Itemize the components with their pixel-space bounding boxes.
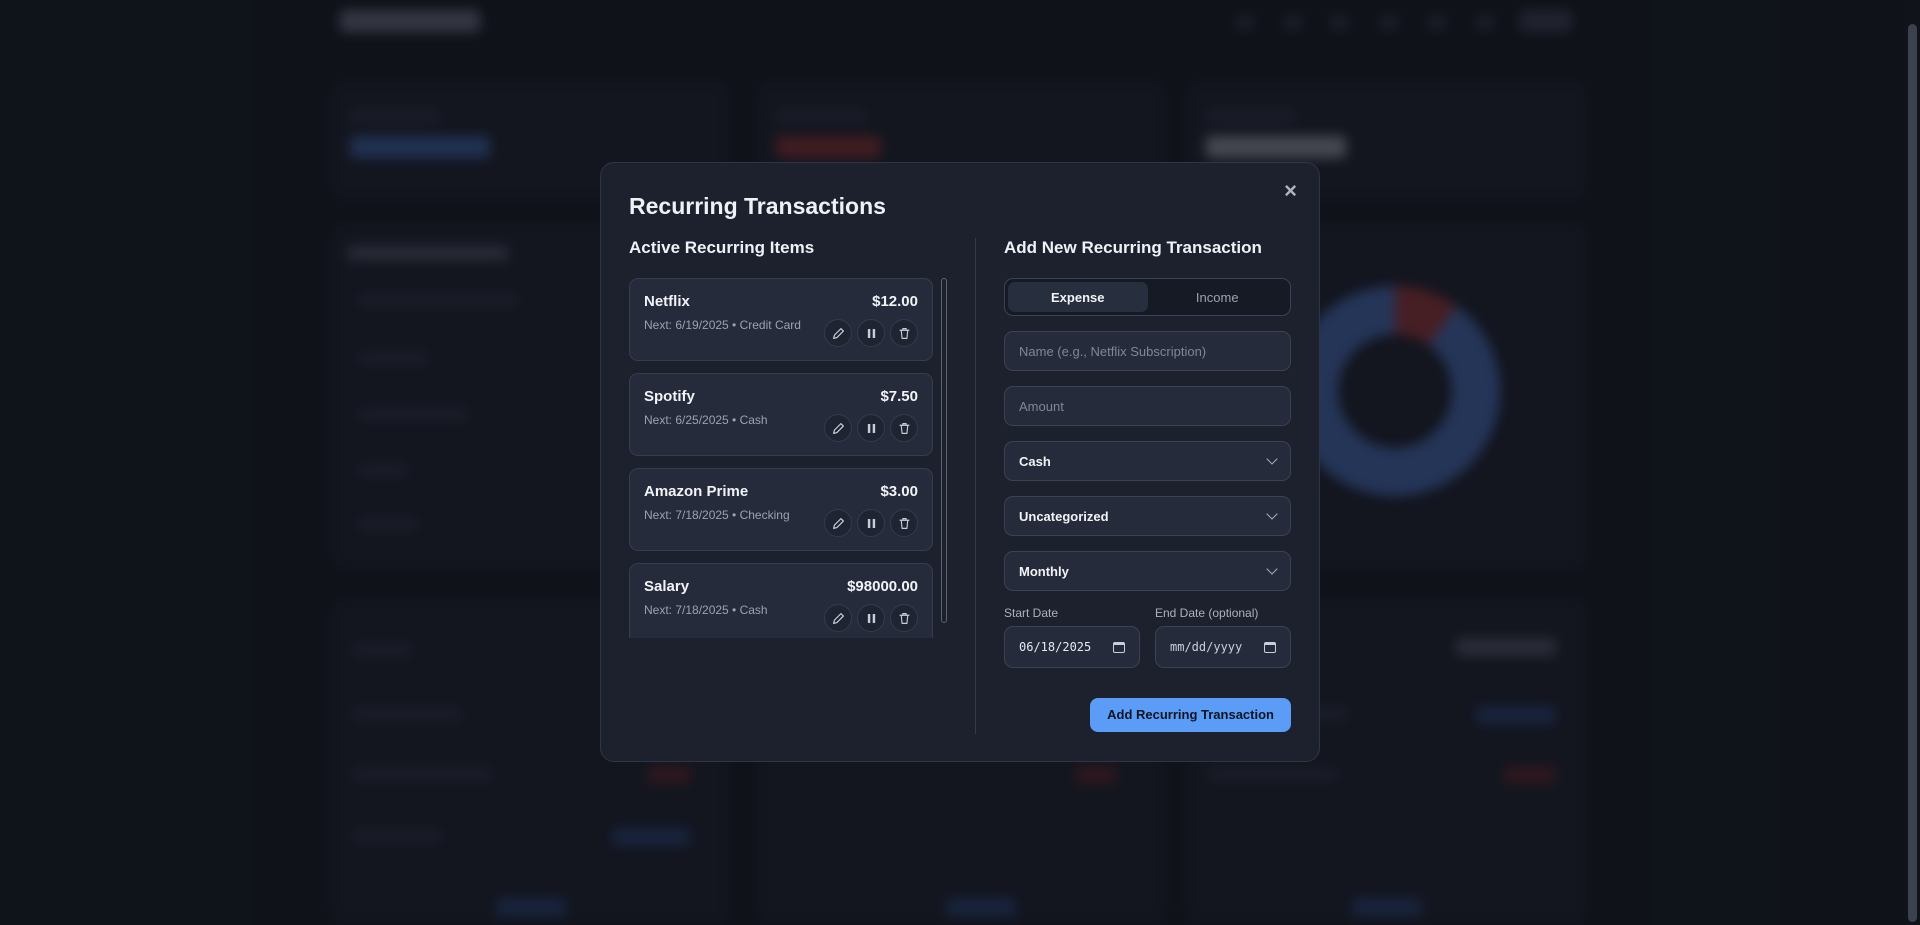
chevron-down-icon: [1266, 453, 1278, 465]
recurring-item: Amazon Prime $3.00 Next: 7/18/2025 • Check…: [629, 468, 933, 551]
active-items-scrollbar[interactable]: [941, 278, 947, 623]
type-toggle: Expense Income: [1004, 278, 1291, 316]
add-form-column: Add New Recurring Transaction Expense In…: [1004, 238, 1291, 734]
edit-icon[interactable]: [824, 414, 852, 442]
close-icon[interactable]: ×: [1284, 179, 1297, 203]
delete-icon[interactable]: [890, 319, 918, 347]
recurring-item-name: Netflix: [644, 293, 690, 310]
calendar-icon[interactable]: [1264, 641, 1276, 653]
account-select[interactable]: Cash: [1004, 441, 1291, 481]
calendar-icon[interactable]: [1113, 641, 1125, 653]
delete-icon[interactable]: [890, 509, 918, 537]
recurring-item: Salary $98000.00 Next: 7/18/2025 • Cash: [629, 563, 933, 638]
amount-input[interactable]: [1019, 398, 1276, 414]
modal-title: Recurring Transactions: [629, 193, 886, 219]
edit-icon[interactable]: [824, 319, 852, 347]
recurring-item-amount: $3.00: [880, 483, 918, 500]
chevron-down-icon: [1266, 508, 1278, 520]
column-divider: [975, 238, 976, 734]
category-select[interactable]: Uncategorized: [1004, 496, 1291, 536]
pause-icon[interactable]: [857, 604, 885, 632]
add-form-title: Add New Recurring Transaction: [1004, 238, 1262, 257]
frequency-select[interactable]: Monthly: [1004, 551, 1291, 591]
start-date-label: Start Date: [1004, 606, 1059, 620]
frequency-select-value: Monthly: [1019, 563, 1069, 579]
chevron-down-icon: [1266, 563, 1278, 575]
active-items-column: Active Recurring Items Netflix $12.00 Next…: [629, 238, 947, 734]
active-items-list[interactable]: Netflix $12.00 Next: 6/19/2025 • Credit Ca…: [629, 278, 947, 638]
expense-toggle-button[interactable]: Expense: [1008, 282, 1148, 312]
recurring-item: Spotify $7.50 Next: 6/25/2025 • Cash: [629, 373, 933, 456]
recurring-item-name: Amazon Prime: [644, 483, 749, 500]
recurring-item-amount: $98000.00: [847, 578, 918, 595]
category-select-value: Uncategorized: [1019, 508, 1109, 524]
page-scrollbar[interactable]: [1905, 0, 1920, 925]
edit-icon[interactable]: [824, 604, 852, 632]
delete-icon[interactable]: [890, 604, 918, 632]
recurring-item-name: Salary: [644, 578, 690, 595]
date-fields: Start Date 06/18/2025 End Date (optional…: [1004, 606, 1291, 668]
name-input[interactable]: [1019, 343, 1276, 359]
active-items-title: Active Recurring Items: [629, 238, 815, 257]
edit-icon[interactable]: [824, 509, 852, 537]
name-field: [1004, 331, 1291, 371]
start-date-input[interactable]: 06/18/2025: [1004, 626, 1140, 668]
add-recurring-transaction-button[interactable]: Add Recurring Transaction: [1090, 698, 1291, 732]
recurring-item-name: Spotify: [644, 388, 695, 405]
income-toggle-button[interactable]: Income: [1148, 282, 1288, 312]
end-date-label: End Date (optional): [1155, 606, 1259, 620]
page-scrollbar-thumb[interactable]: [1908, 24, 1917, 922]
account-select-value: Cash: [1019, 453, 1051, 469]
delete-icon[interactable]: [890, 414, 918, 442]
amount-field: [1004, 386, 1291, 426]
pause-icon[interactable]: [857, 509, 885, 537]
start-date-value: 06/18/2025: [1019, 640, 1092, 654]
pause-icon[interactable]: [857, 319, 885, 347]
recurring-item-amount: $7.50: [880, 388, 918, 405]
recurring-item-amount: $12.00: [872, 293, 918, 310]
recurring-item: Netflix $12.00 Next: 6/19/2025 • Credit Ca…: [629, 278, 933, 361]
recurring-transactions-modal: × Recurring Transactions Active Recurrin…: [600, 162, 1320, 762]
end-date-value: mm/dd/yyyy: [1170, 640, 1243, 654]
pause-icon[interactable]: [857, 414, 885, 442]
end-date-input[interactable]: mm/dd/yyyy: [1155, 626, 1291, 668]
